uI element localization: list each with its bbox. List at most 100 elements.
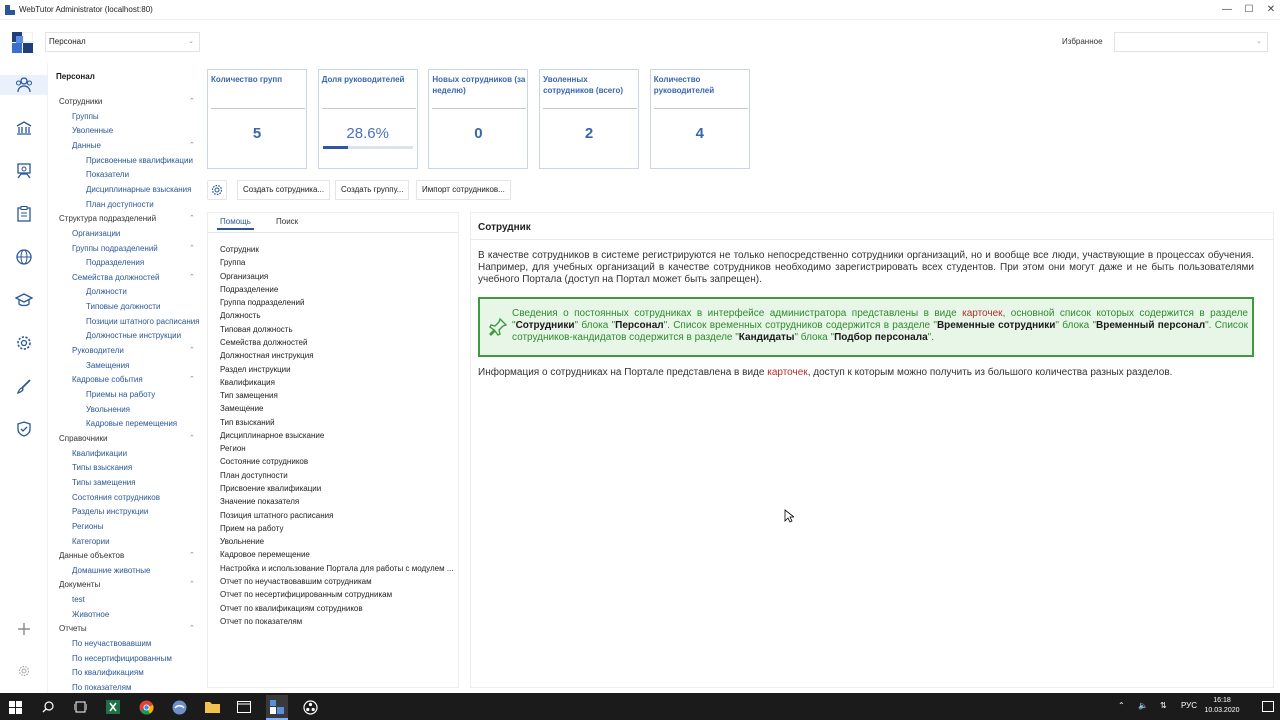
taskbar-explorer[interactable] bbox=[203, 698, 221, 716]
nav-item[interactable]: Кадровые перемещения bbox=[86, 419, 200, 429]
rail-personnel[interactable] bbox=[0, 75, 48, 95]
language-indicator[interactable]: РУС bbox=[1181, 701, 1197, 710]
help-list-item[interactable]: Квалификация bbox=[220, 378, 454, 388]
nav-item[interactable]: Замещения bbox=[86, 361, 200, 371]
help-list-item[interactable]: Увольнение bbox=[220, 537, 454, 547]
help-list-item[interactable]: Типовая должность bbox=[220, 325, 454, 335]
chevron-up-icon[interactable]: ⌃ bbox=[189, 346, 195, 356]
settings-button[interactable] bbox=[207, 180, 227, 200]
nav-item[interactable]: Домашние животные bbox=[72, 566, 200, 576]
help-list-item[interactable]: Отчет по неучаствовавшим сотрудникам bbox=[220, 577, 454, 587]
help-list-item[interactable]: Состояние сотрудников bbox=[220, 457, 454, 467]
maximize-button[interactable]: ☐ bbox=[1242, 3, 1256, 17]
help-list-item[interactable]: Должностная инструкция bbox=[220, 351, 454, 361]
task-view-button[interactable] bbox=[71, 698, 89, 716]
taskbar-webtutor[interactable] bbox=[266, 695, 288, 720]
help-list-item[interactable]: Присвоение квалификации bbox=[220, 484, 454, 494]
tab-help[interactable]: Помощь bbox=[217, 217, 254, 230]
chevron-up-icon[interactable]: ⌃ bbox=[189, 624, 195, 634]
help-list-item[interactable]: Подразделение bbox=[220, 285, 454, 295]
nav-item[interactable]: Состояния сотрудников bbox=[72, 493, 200, 503]
nav-item[interactable]: Документы ⌃ bbox=[59, 580, 200, 590]
stat-card[interactable]: Количество руководителей 4 bbox=[649, 69, 750, 169]
create-employee-button[interactable]: Создать сотрудника... bbox=[237, 180, 331, 200]
create-group-button[interactable]: Создать группу... bbox=[335, 180, 410, 200]
nav-item[interactable]: Квалификации bbox=[72, 449, 200, 459]
help-list-item[interactable]: Регион bbox=[220, 444, 454, 454]
help-list-item[interactable]: Отчет по несертифицированным сотрудникам bbox=[220, 590, 454, 600]
nav-item[interactable]: По квалификациям bbox=[72, 668, 200, 678]
help-list-item[interactable]: Замещение bbox=[220, 404, 454, 414]
chevron-up-icon[interactable]: ⌃ bbox=[189, 244, 195, 254]
search-button[interactable] bbox=[39, 698, 57, 716]
nav-item[interactable]: Показатели bbox=[86, 170, 200, 180]
help-list-item[interactable]: Настройка и использование Портала для ра… bbox=[220, 564, 454, 574]
nav-item[interactable]: Типовые должности bbox=[86, 302, 200, 312]
taskbar-obs[interactable] bbox=[301, 698, 319, 716]
clock[interactable]: 16:18 10.03.2020 bbox=[1202, 696, 1242, 716]
rail-add[interactable] bbox=[14, 619, 34, 639]
nav-item[interactable]: Регионы bbox=[72, 522, 200, 532]
nav-item[interactable]: Увольнения bbox=[86, 405, 200, 415]
help-list-item[interactable]: Группа подразделений bbox=[220, 298, 454, 308]
nav-item[interactable]: Отчеты ⌃ bbox=[59, 624, 200, 634]
nav-item[interactable]: Дисциплинарные взыскания bbox=[86, 185, 200, 195]
nav-item[interactable]: План доступности bbox=[86, 200, 200, 210]
rail-design[interactable] bbox=[14, 376, 34, 396]
rail-portal[interactable] bbox=[14, 247, 34, 267]
chevron-up-icon[interactable]: ⌃ bbox=[189, 97, 195, 107]
rail-tests[interactable] bbox=[14, 204, 34, 224]
chevron-up-icon[interactable]: ⌃ bbox=[189, 580, 195, 590]
chevron-up-icon[interactable]: ⌃ bbox=[189, 214, 195, 224]
rail-teacher[interactable] bbox=[14, 161, 34, 181]
tray-chevron-up-icon[interactable]: ⌃ bbox=[1118, 701, 1125, 710]
rail-organization[interactable] bbox=[14, 118, 34, 138]
nav-item[interactable]: Семейства должностей ⌃ bbox=[72, 273, 200, 283]
chevron-up-icon[interactable]: ⌃ bbox=[189, 273, 195, 283]
nav-item[interactable]: Сотрудники ⌃ bbox=[59, 97, 200, 107]
stat-card[interactable]: Уволенных сотрудников (всего) 2 bbox=[539, 69, 640, 169]
stat-card[interactable]: Доля руководителей 28.6% bbox=[317, 69, 418, 169]
rail-education[interactable] bbox=[14, 290, 34, 310]
nav-item[interactable]: Подразделения bbox=[86, 258, 200, 268]
help-list-item[interactable]: Тип замещения bbox=[220, 391, 454, 401]
taskbar-chrome[interactable] bbox=[137, 698, 155, 716]
nav-item[interactable]: Кадровые события ⌃ bbox=[72, 375, 200, 385]
favorites-select[interactable]: ⌄ bbox=[1114, 32, 1268, 52]
nav-item[interactable]: Руководители ⌃ bbox=[72, 346, 200, 356]
help-list-item[interactable]: Должность bbox=[220, 311, 454, 321]
nav-item[interactable]: Животное bbox=[72, 610, 200, 620]
taskbar-window[interactable] bbox=[235, 698, 253, 716]
nav-item[interactable]: Разделы инструкции bbox=[72, 507, 200, 517]
stat-card[interactable]: Новых сотрудников (за неделю) 0 bbox=[428, 69, 529, 169]
nav-item[interactable]: Категории bbox=[72, 537, 200, 547]
help-list-item[interactable]: Тип взысканий bbox=[220, 418, 454, 428]
minimize-button[interactable]: — bbox=[1220, 3, 1234, 17]
nav-item[interactable]: Структура подразделений ⌃ bbox=[59, 214, 200, 224]
help-list-item[interactable]: Значение показателя bbox=[220, 497, 454, 507]
help-list-item[interactable]: Семейства должностей bbox=[220, 338, 454, 348]
rail-security[interactable] bbox=[14, 419, 34, 439]
taskbar-excel[interactable] bbox=[104, 698, 122, 716]
nav-item[interactable]: Присвоенные квалификации bbox=[86, 156, 200, 166]
nav-item[interactable]: Типы замещения bbox=[72, 478, 200, 488]
nav-item[interactable]: По показателям bbox=[72, 683, 200, 693]
nav-item[interactable]: Позиции штатного расписания bbox=[86, 317, 200, 327]
close-button[interactable]: ✕ bbox=[1264, 3, 1278, 17]
chevron-up-icon[interactable]: ⌃ bbox=[189, 551, 195, 561]
cards-link[interactable]: карточек bbox=[767, 367, 807, 378]
nav-item[interactable]: Данные объектов ⌃ bbox=[59, 551, 200, 561]
help-list-item[interactable]: Сотрудник bbox=[220, 245, 454, 255]
nav-item[interactable]: По неучаствовавшим bbox=[72, 639, 200, 649]
nav-item[interactable]: Типы взыскания bbox=[72, 463, 200, 473]
help-list-item[interactable]: Отчет по квалификациям сотрудников bbox=[220, 604, 454, 614]
nav-item[interactable]: Группы bbox=[72, 112, 200, 122]
tab-search[interactable]: Поиск bbox=[276, 217, 298, 226]
cards-link[interactable]: карточек bbox=[962, 308, 1002, 319]
rail-settings[interactable] bbox=[14, 333, 34, 353]
nav-item[interactable]: По несертифицированным bbox=[72, 654, 200, 664]
taskbar-app[interactable] bbox=[170, 698, 188, 716]
nav-item[interactable]: Должностные инструкции bbox=[86, 331, 200, 341]
start-button[interactable] bbox=[6, 698, 24, 716]
help-list-item[interactable]: Прием на работу bbox=[220, 524, 454, 534]
